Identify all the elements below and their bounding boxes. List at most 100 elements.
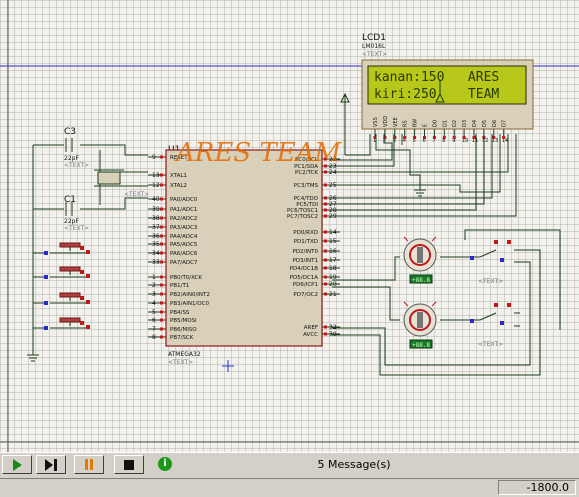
pushbutton-3[interactable] (33, 292, 90, 305)
mcu-body (165, 149, 323, 347)
mcu-pin-label: PA4/ADC4 (170, 234, 198, 240)
motor-readout: +88.8 (412, 342, 430, 349)
mcu-pin-label: PC7/TOSC2 (287, 214, 318, 220)
lcd-pin-marker (432, 136, 436, 139)
mcu-pin-num: 2 (152, 282, 156, 289)
mcu-pin-18: PD4/OC1B 18 (290, 265, 340, 272)
mcu-pin-21: PD7/OC2 21 (293, 291, 340, 298)
mcu-pin-label: PD2/INT0 (293, 249, 319, 255)
button-pin (44, 326, 48, 330)
mcu-pin-marker (160, 155, 163, 159)
relay-1-text-tag: <TEXT> (478, 278, 503, 285)
lcd-pin-d4: D411 (472, 120, 478, 144)
mcu-pin-label: PA7/ADC7 (170, 260, 198, 266)
mcu-pin-33: 33 PA7/ADC7 (148, 259, 198, 266)
mcu-pin-4: 4 PB3/AIN1/OC0 (148, 300, 209, 307)
mcu-pin-marker (160, 292, 163, 296)
mcu-pin-num: 34 (152, 250, 160, 257)
mcu-pin-16: PD2/INT0 16 (293, 248, 340, 255)
mcu-pin-num: 12 (152, 182, 160, 189)
lcd-line-1: kanan:150 ARES (374, 70, 499, 85)
motor-circuit-wiring (332, 229, 561, 376)
mcu-pin-label: PC2/TCK (295, 170, 318, 176)
mcu-pin-num: 15 (329, 238, 337, 245)
mcu-pin-marker (324, 249, 327, 253)
mcu-pin-marker (160, 173, 163, 177)
mcu-pin-num: 8 (152, 334, 156, 341)
mcu-pin-label: PA2/ADC2 (170, 216, 197, 222)
schematic-canvas[interactable]: LCD1 LM016L <TEXT> kanan:150 ARES kiri:2… (0, 0, 579, 452)
mcu-pin-label: PA5/ADC5 (170, 242, 198, 248)
mcu-pin-label: PB3/AIN1/OC0 (170, 301, 209, 307)
mcu-text-tag: <TEXT> (168, 359, 193, 366)
cap-c1-text-tag: <TEXT> (64, 225, 89, 232)
lcd-pin-marker (462, 136, 466, 139)
mcu-pin-marker (160, 234, 163, 238)
lcd-pin-d0: D07 (432, 120, 438, 144)
pushbutton-4[interactable] (33, 317, 90, 330)
mcu-pin-marker (160, 207, 163, 211)
mcu-pin-36: 36 PA4/ADC4 (148, 233, 198, 240)
lcd-module[interactable]: LCD1 LM016L <TEXT> kanan:150 ARES kiri:2… (361, 33, 534, 144)
lcd-pin-marker (403, 136, 407, 139)
mcu-pin-num: 1 (152, 274, 156, 281)
lcd-text-tag: <TEXT> (362, 51, 387, 58)
mcu-pin-num: 17 (329, 257, 337, 264)
mcu-pin-39: 39 PA1/ADC1 (148, 206, 197, 213)
lcd-pin-d7: D714 (502, 120, 508, 144)
button-pin (86, 325, 90, 329)
crystal-circuit[interactable] (32, 138, 148, 258)
mcu-pin-label: PD7/OC2 (293, 292, 318, 298)
mcu-pin-label: PA6/ADC6 (170, 251, 198, 257)
lcd-pin-d5: D512 (482, 120, 488, 144)
mcu-pin-num: 13 (152, 172, 160, 179)
mcu-pin-marker (160, 260, 163, 264)
lcd-pin-name: D0 (432, 120, 438, 127)
step-button[interactable] (36, 455, 66, 474)
button-cap (59, 317, 81, 323)
mcu-pin-label: PD4/OC1B (290, 266, 319, 272)
mcu-part: ATMEGA32 (168, 351, 201, 358)
lcd-pin-name: VSS (373, 117, 379, 127)
relay-2[interactable] (470, 303, 511, 325)
cap-c1-ref: C1 (64, 195, 76, 205)
play-button[interactable] (2, 455, 32, 474)
mcu-pin-label: PA1/ADC1 (170, 207, 197, 213)
mcu-pin-label: PB2/AIN0/INT2 (170, 292, 210, 298)
messages-count[interactable]: 5 Message(s) (176, 455, 532, 474)
button-pin (86, 250, 90, 254)
mcu-pin-marker (324, 275, 327, 279)
mcu-atmega32[interactable]: U1 ATMEGA32 <TEXT> 9RESET13XTAL112XTAL24… (148, 145, 340, 366)
button-pin (86, 274, 90, 278)
coordinate-readout: -1800.0 (498, 480, 576, 495)
mcu-pin-marker (160, 335, 163, 339)
button-pin (80, 321, 84, 325)
mcu-pin-40: 40 PA0/ADC0 (148, 196, 198, 203)
lcd-pin-marker (423, 136, 426, 139)
dc-motor-1[interactable]: +88.8 (403, 236, 437, 284)
button-pin (80, 296, 84, 300)
mcu-pin-num: 24 (329, 169, 337, 176)
relay-1[interactable] (470, 240, 511, 262)
lcd-pin-d1: D18 (442, 120, 448, 144)
info-icon[interactable]: i (158, 457, 172, 471)
pushbutton-2[interactable] (33, 266, 90, 279)
ground-symbol-left (27, 258, 39, 362)
stop-button[interactable] (114, 455, 144, 474)
mcu-pin-6: 6 PB5/MOSI (148, 317, 197, 324)
pushbutton-group[interactable] (33, 242, 90, 330)
mcu-pin-37: 37 PA3/ADC3 (148, 224, 198, 231)
dc-motor-2[interactable]: +88.8 (403, 301, 437, 349)
mcu-pin-34: 34 PA6/ADC6 (148, 250, 198, 257)
mcu-pin-num: 18 (329, 265, 337, 272)
pause-button[interactable] (74, 455, 104, 474)
mcu-pin-17: PD3/INT1 17 (293, 257, 340, 264)
lcd-pin-e: E6 (423, 124, 429, 144)
button-pin (80, 246, 84, 250)
pushbutton-1[interactable] (33, 242, 90, 255)
watermark-ares-team: ARES TEAM (174, 138, 343, 168)
button-pin (44, 301, 48, 305)
button-pin (86, 300, 90, 304)
lcd-pin-rw: RW5 (413, 119, 419, 144)
mcu-pin-marker (324, 170, 327, 174)
